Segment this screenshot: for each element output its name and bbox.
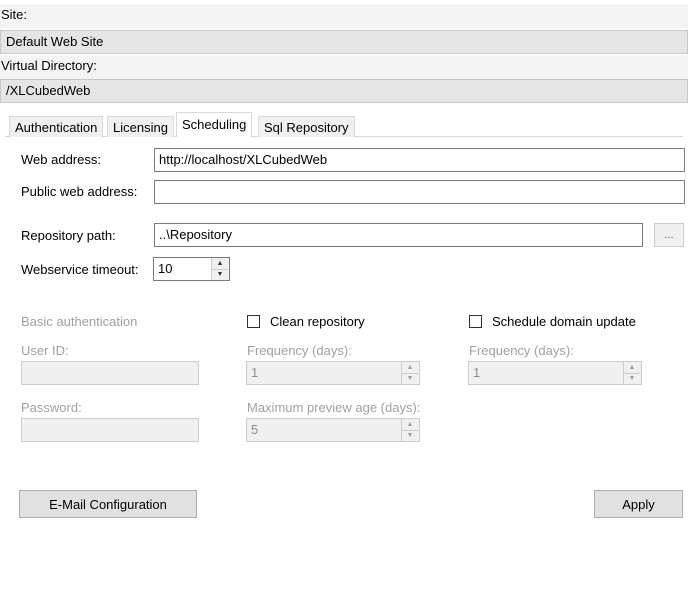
stepper-arrows: ▲ ▼ <box>623 362 641 384</box>
site-label-row: Site: <box>0 4 688 28</box>
virtual-directory-value: /XLCubedWeb <box>6 83 91 98</box>
repository-path-input[interactable]: ..\Repository <box>154 223 643 247</box>
user-id-label: User ID: <box>21 343 69 358</box>
schedule-domain-update-checkbox[interactable] <box>469 315 482 328</box>
password-label: Password: <box>21 400 82 415</box>
site-value: Default Web Site <box>6 34 104 49</box>
domain-frequency-label: Frequency (days): <box>469 343 574 358</box>
webservice-timeout-stepper[interactable]: 10 ▲ ▼ <box>153 257 230 281</box>
stepper-arrows: ▲ ▼ <box>401 362 419 384</box>
clean-repository-label[interactable]: Clean repository <box>270 314 365 330</box>
virtual-directory-label: Virtual Directory: <box>1 58 97 73</box>
tab-sql-repository[interactable]: Sql Repository <box>258 116 355 137</box>
domain-frequency-stepper[interactable]: 1 ▲ ▼ <box>468 361 642 385</box>
password-input[interactable] <box>21 418 199 442</box>
public-web-address-label: Public web address: <box>21 184 138 199</box>
webservice-timeout-value: 10 <box>158 261 173 276</box>
web-address-input[interactable]: http://localhost/XLCubedWeb <box>154 148 685 172</box>
repository-path-label: Repository path: <box>21 228 116 243</box>
email-configuration-button[interactable]: E-Mail Configuration <box>19 490 197 518</box>
site-value-field: Default Web Site <box>0 30 688 54</box>
clean-repository-checkbox[interactable] <box>247 315 260 328</box>
stepper-arrows: ▲ ▼ <box>211 258 229 280</box>
stepper-arrows: ▲ ▼ <box>401 419 419 441</box>
stepper-down-icon[interactable]: ▼ <box>624 373 640 384</box>
virtual-directory-label-row: Virtual Directory: <box>0 55 688 79</box>
tab-scheduling[interactable]: Scheduling <box>176 112 253 137</box>
schedule-domain-update-label[interactable]: Schedule domain update <box>492 314 636 330</box>
site-label: Site: <box>1 7 28 22</box>
virtual-directory-value-field: /XLCubedWeb <box>0 79 688 103</box>
max-preview-age-stepper[interactable]: 5 ▲ ▼ <box>246 418 420 442</box>
public-web-address-input[interactable] <box>154 180 685 204</box>
stepper-down-icon[interactable]: ▼ <box>212 269 228 280</box>
max-preview-age-value: 5 <box>251 422 259 437</box>
clean-frequency-label: Frequency (days): <box>247 343 352 358</box>
browse-button[interactable]: ... <box>654 223 684 247</box>
webservice-timeout-label: Webservice timeout: <box>21 262 139 277</box>
max-preview-age-label: Maximum preview age (days): <box>247 400 421 415</box>
tab-licensing[interactable]: Licensing <box>107 116 174 137</box>
clean-frequency-value: 1 <box>251 365 259 380</box>
tab-authentication[interactable]: Authentication <box>9 116 104 137</box>
apply-button[interactable]: Apply <box>594 490 683 518</box>
basic-authentication-label: Basic authentication <box>21 314 138 329</box>
stepper-down-icon[interactable]: ▼ <box>402 430 418 441</box>
domain-frequency-value: 1 <box>473 365 481 380</box>
stepper-down-icon[interactable]: ▼ <box>402 373 418 384</box>
user-id-input[interactable] <box>21 361 199 385</box>
web-address-label: Web address: <box>21 152 101 167</box>
clean-frequency-stepper[interactable]: 1 ▲ ▼ <box>246 361 420 385</box>
